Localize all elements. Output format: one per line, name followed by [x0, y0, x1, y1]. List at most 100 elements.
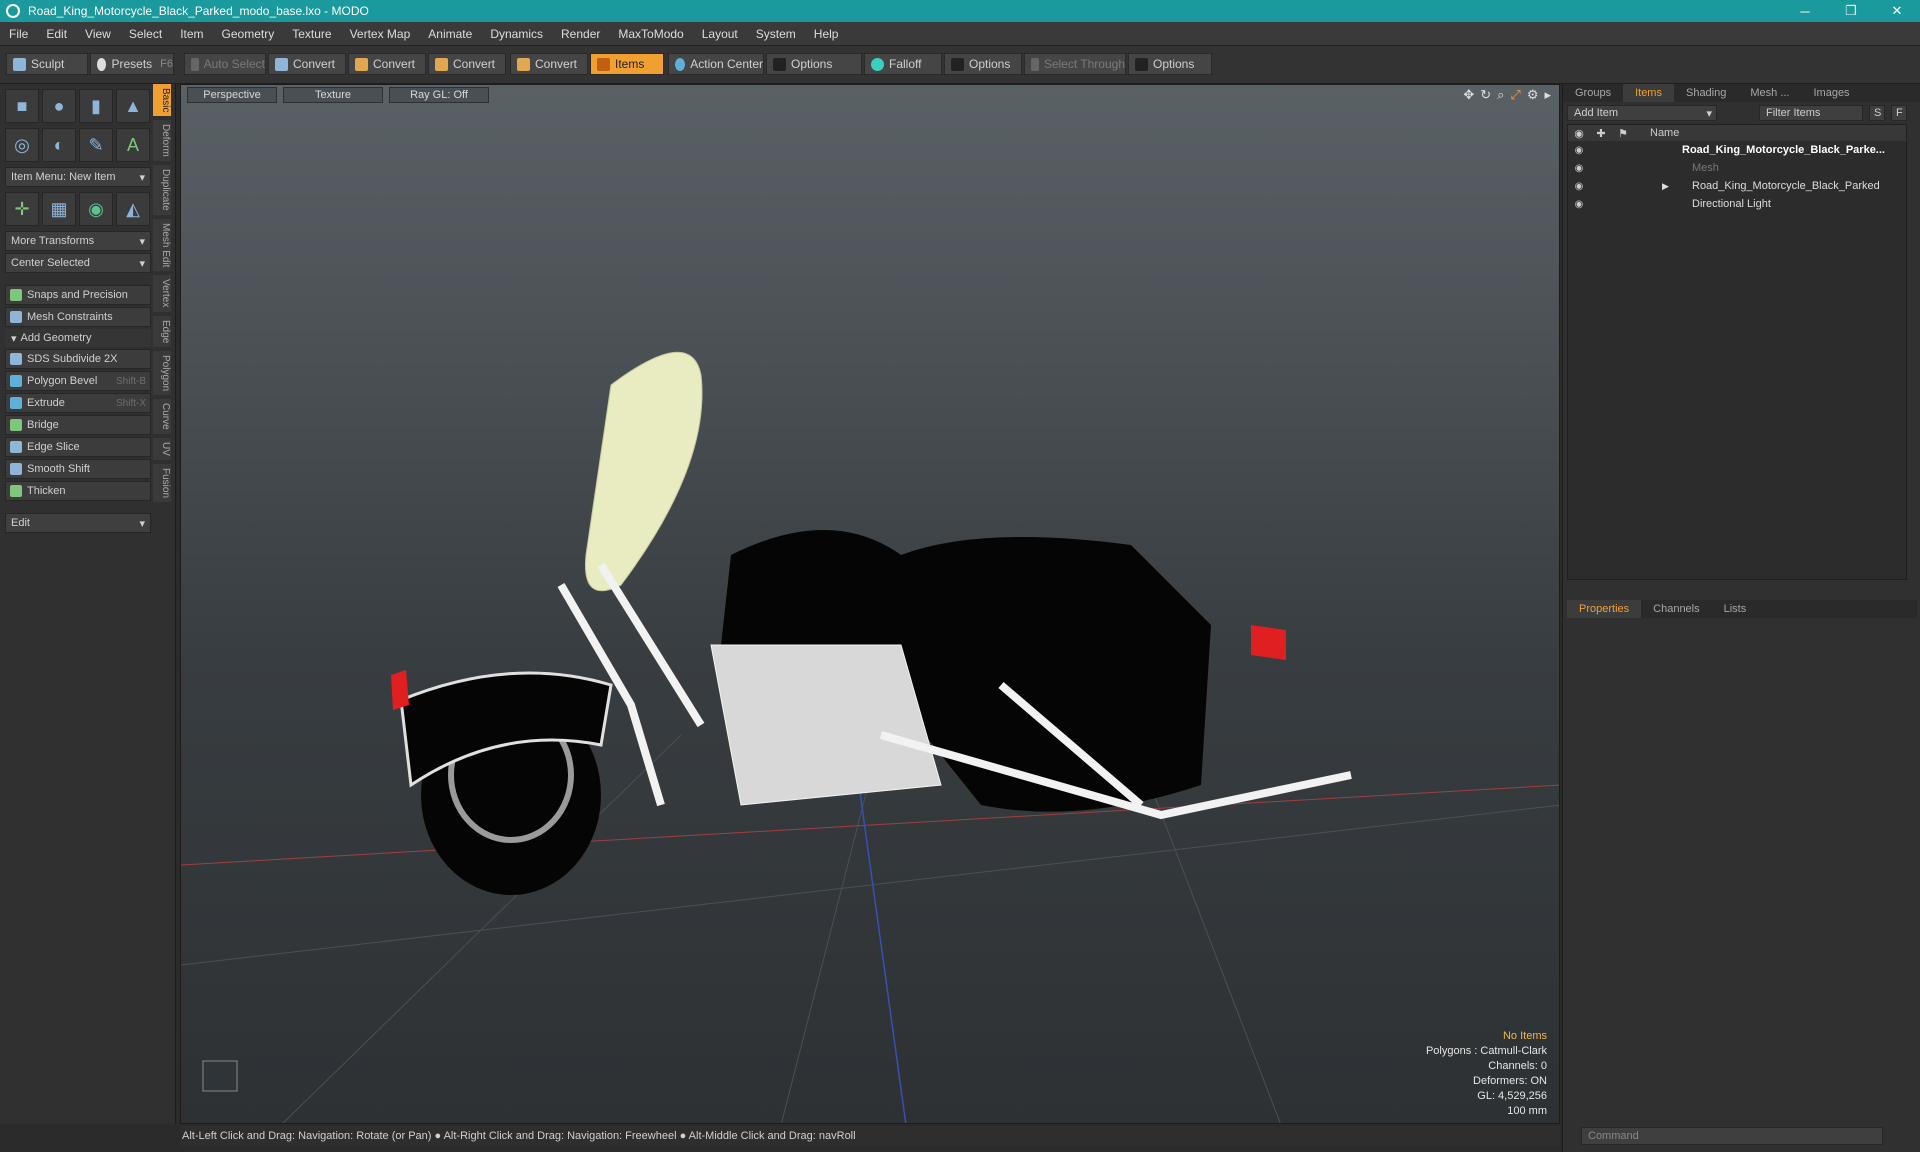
tree-item-model[interactable]: ◉ ▶ Road_King_Motorcycle_Black_Parked	[1568, 177, 1906, 195]
tab-items[interactable]: Items	[1623, 84, 1674, 102]
menu-select[interactable]: Select	[120, 27, 171, 41]
center-selected-dropdown[interactable]: Center Selected ▾	[5, 253, 151, 273]
transform-icon[interactable]: ✛	[5, 192, 39, 226]
smooth-shift-button[interactable]: Smooth Shift	[5, 459, 151, 479]
tab-channels[interactable]: Channels	[1641, 600, 1711, 618]
sphere-icon[interactable]: ●	[42, 89, 76, 123]
sculpt-button[interactable]: Sculpt	[6, 53, 88, 75]
raygl-button[interactable]: Ray GL: Off	[389, 87, 489, 103]
mesh-constraints-button[interactable]: Mesh Constraints	[5, 307, 151, 327]
menu-animate[interactable]: Animate	[419, 27, 481, 41]
fit-icon[interactable]: ⤢	[1510, 87, 1520, 103]
edit-dropdown[interactable]: Edit ▾	[5, 513, 151, 533]
tab-mesh-edit[interactable]: Mesh Edit	[153, 218, 171, 272]
menu-edit[interactable]: Edit	[37, 27, 76, 41]
menu-vertex-map[interactable]: Vertex Map	[341, 27, 420, 41]
menu-maxtomodo[interactable]: MaxToModo	[609, 27, 692, 41]
add-item-dropdown[interactable]: Add Item ▾	[1567, 105, 1717, 121]
tab-shading[interactable]: Shading	[1674, 84, 1738, 102]
tab-duplicate[interactable]: Duplicate	[153, 165, 171, 215]
convert-polygons-button[interactable]: Convert	[428, 53, 506, 75]
grid-icon[interactable]: ▦	[42, 192, 76, 226]
select-through-button[interactable]: Select Through	[1024, 53, 1126, 75]
menu-texture[interactable]: Texture	[283, 27, 340, 41]
falloff-button[interactable]: Falloff	[864, 53, 942, 75]
shading-mode-button[interactable]: Texture	[283, 87, 383, 103]
cone-icon[interactable]: ▲	[116, 89, 150, 123]
tab-basic[interactable]: Basic	[153, 84, 171, 117]
convert-edges-button[interactable]: Convert	[348, 53, 426, 75]
thicken-button[interactable]: Thicken	[5, 481, 151, 501]
zoom-icon[interactable]: ⌕	[1497, 87, 1504, 103]
snaps-precision-button[interactable]: Snaps and Precision	[5, 285, 151, 305]
action-center-button[interactable]: Action Center	[668, 53, 764, 75]
menu-render[interactable]: Render	[552, 27, 609, 41]
menu-system[interactable]: System	[747, 27, 805, 41]
sds-subdivide-button[interactable]: SDS Subdivide 2X	[5, 349, 151, 369]
more-transforms-dropdown[interactable]: More Transforms ▾	[5, 231, 151, 251]
tab-vertex[interactable]: Vertex	[153, 275, 171, 312]
tab-properties[interactable]: Properties	[1567, 600, 1642, 618]
text-tool-icon[interactable]: A	[116, 128, 150, 162]
capsule-icon[interactable]: ◐	[42, 128, 76, 162]
select-options-button[interactable]: Options	[1128, 53, 1212, 75]
mesh-plane-icon[interactable]: ◭	[116, 192, 150, 226]
eye-icon[interactable]: ◉	[1568, 145, 1590, 156]
action-center-options-button[interactable]: Options	[766, 53, 862, 75]
filter-items-input[interactable]: Filter Items	[1759, 105, 1863, 121]
item-menu-dropdown[interactable]: Item Menu: New Item ▾	[5, 167, 151, 187]
items-mode-button[interactable]: Items	[590, 53, 664, 75]
menu-geometry[interactable]: Geometry	[213, 27, 284, 41]
convert-vertices-button[interactable]: Convert	[268, 53, 346, 75]
torus-icon[interactable]: ◎	[5, 128, 39, 162]
3d-viewport[interactable]: Perspective Texture Ray GL: Off ✥ ↻ ⌕ ⤢ …	[180, 84, 1560, 1124]
command-input[interactable]: Command	[1581, 1127, 1883, 1145]
gear-icon[interactable]: ⚙	[1527, 87, 1539, 103]
menu-help[interactable]: Help	[805, 27, 848, 41]
extrude-button[interactable]: Extrude Shift-X	[5, 393, 151, 413]
pan-icon[interactable]: ✥	[1463, 87, 1474, 103]
maximize-button[interactable]: ❐	[1828, 0, 1874, 22]
pen-icon[interactable]: ✎	[79, 128, 113, 162]
minimize-button[interactable]: ─	[1782, 0, 1828, 22]
tab-curve[interactable]: Curve	[153, 399, 171, 434]
eye-icon[interactable]: ◉	[1568, 199, 1590, 210]
tree-item-scene[interactable]: ◉ Road_King_Motorcycle_Black_Parke...	[1568, 141, 1906, 159]
polygon-bevel-button[interactable]: Polygon Bevel Shift-B	[5, 371, 151, 391]
name-column-header[interactable]: Name	[1650, 127, 1679, 139]
close-button[interactable]: ✕	[1874, 0, 1920, 22]
menu-dynamics[interactable]: Dynamics	[481, 27, 552, 41]
tree-item-mesh[interactable]: ◉ Mesh	[1568, 159, 1906, 177]
s-filter-button[interactable]: S	[1869, 105, 1885, 121]
tab-uv[interactable]: UV	[153, 437, 171, 460]
tab-mesh[interactable]: Mesh ...	[1738, 84, 1801, 102]
add-geometry-section[interactable]: ▾ Add Geometry	[5, 329, 151, 347]
presets-button[interactable]: Presets F6	[90, 53, 174, 75]
cylinder-icon[interactable]: ▮	[79, 89, 113, 123]
tab-deform[interactable]: Deform	[153, 120, 171, 162]
f-filter-button[interactable]: F	[1891, 105, 1907, 121]
falloff-options-button[interactable]: Options	[944, 53, 1022, 75]
view-mode-button[interactable]: Perspective	[187, 87, 277, 103]
tab-groups[interactable]: Groups	[1563, 84, 1623, 102]
edge-slice-button[interactable]: Edge Slice	[5, 437, 151, 457]
tab-edge[interactable]: Edge	[153, 315, 171, 348]
globe-icon[interactable]: ◉	[79, 192, 113, 226]
eye-icon[interactable]: ◉	[1568, 163, 1590, 174]
tab-lists[interactable]: Lists	[1712, 600, 1759, 618]
tree-item-light[interactable]: ◉ Directional Light	[1568, 195, 1906, 213]
menu-file[interactable]: File	[0, 27, 37, 41]
auto-select-button[interactable]: Auto Select	[184, 53, 266, 75]
menu-view[interactable]: View	[76, 27, 120, 41]
tab-polygon[interactable]: Polygon	[153, 351, 171, 396]
convert-items-button[interactable]: Convert	[510, 53, 588, 75]
menu-layout[interactable]: Layout	[693, 27, 747, 41]
chevron-right-icon[interactable]: ▶	[1662, 181, 1669, 192]
eye-icon[interactable]: ◉	[1568, 181, 1590, 192]
tab-images[interactable]: Images	[1801, 84, 1861, 102]
cube-icon[interactable]: ■	[5, 89, 39, 123]
rotate-icon[interactable]: ↻	[1480, 87, 1491, 103]
tab-fusion[interactable]: Fusion	[153, 463, 171, 502]
menu-item[interactable]: Item	[171, 27, 212, 41]
chevron-right-icon[interactable]: ▸	[1544, 87, 1551, 103]
